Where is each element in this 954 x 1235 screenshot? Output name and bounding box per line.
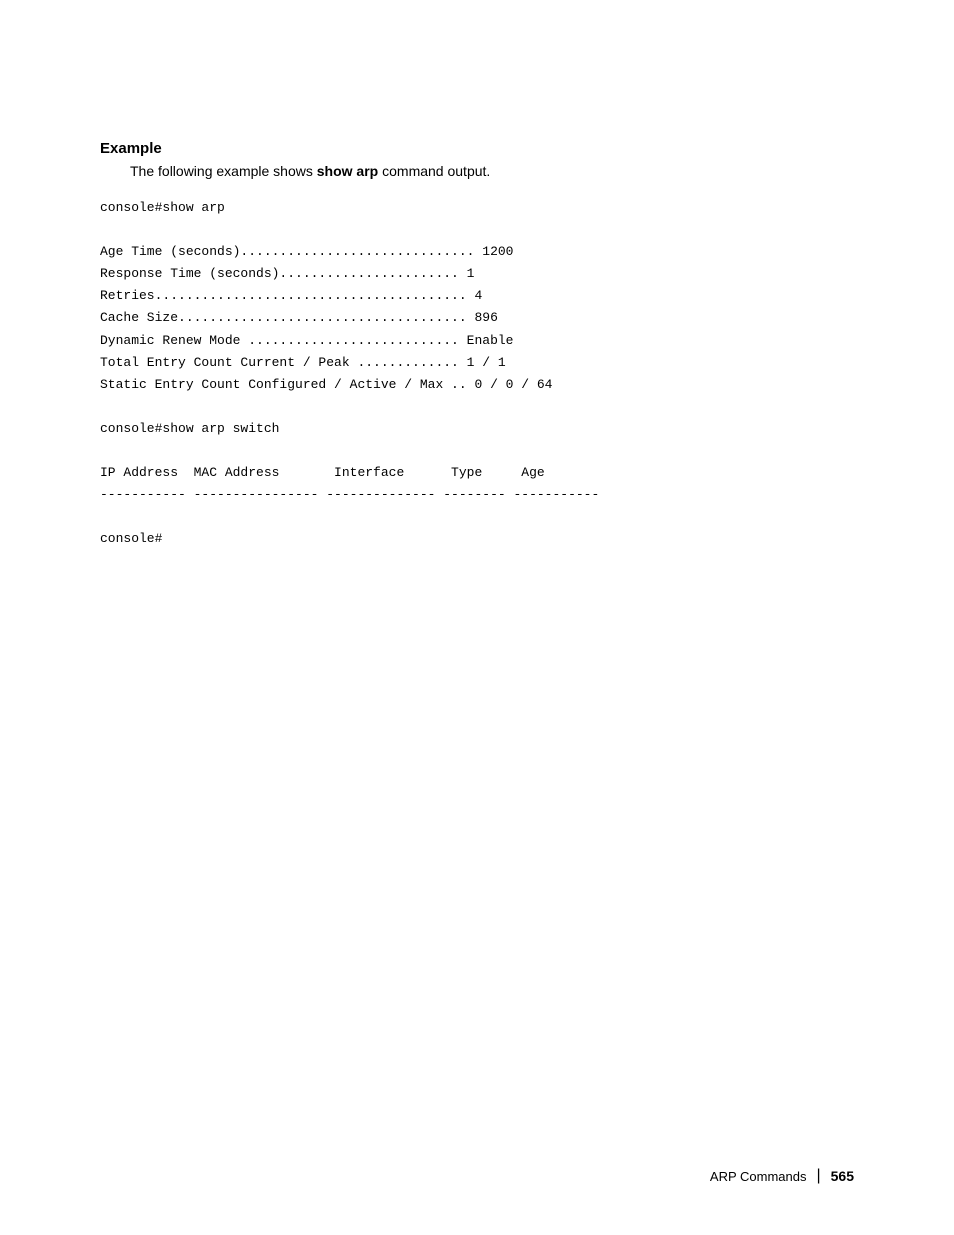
- example-heading: Example: [100, 140, 854, 157]
- description-suffix: command output.: [378, 163, 490, 179]
- footer: ARP Commands | 565: [710, 1167, 854, 1185]
- description-bold: show arp: [317, 163, 378, 179]
- example-section: Example The following example shows show…: [100, 140, 854, 551]
- footer-section: ARP Commands: [710, 1169, 807, 1184]
- code-block: console#show arp Age Time (seconds).....…: [100, 197, 854, 551]
- footer-page: 565: [831, 1168, 854, 1184]
- footer-separator: |: [816, 1167, 820, 1185]
- page: Example The following example shows show…: [0, 0, 954, 1235]
- description-prefix: The following example shows: [130, 163, 317, 179]
- example-description: The following example shows show arp com…: [130, 163, 854, 179]
